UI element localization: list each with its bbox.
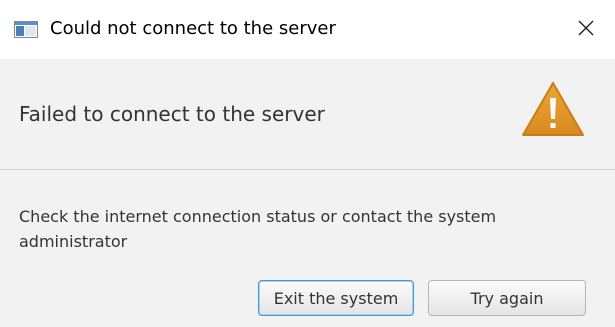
dialog-header: Failed to connect to the server — [0, 59, 615, 170]
header-message: Failed to connect to the server — [19, 102, 325, 126]
exit-button-label: Exit the system — [273, 288, 399, 308]
close-button[interactable] — [570, 14, 602, 46]
title-bar: Could not connect to the server — [0, 0, 615, 59]
close-icon — [577, 19, 595, 41]
dialog-content: Check the internet connection status or … — [0, 170, 615, 327]
content-message: Check the internet connection status or … — [19, 207, 497, 251]
try-again-button[interactable]: Try again — [428, 280, 586, 316]
try-again-button-label: Try again — [470, 288, 544, 308]
window-icon — [14, 21, 38, 38]
window-title: Could not connect to the server — [50, 18, 336, 39]
exit-system-button[interactable]: Exit the system — [258, 280, 414, 316]
warning-icon — [521, 80, 585, 138]
error-dialog: Could not connect to the server Failed t… — [0, 0, 615, 327]
